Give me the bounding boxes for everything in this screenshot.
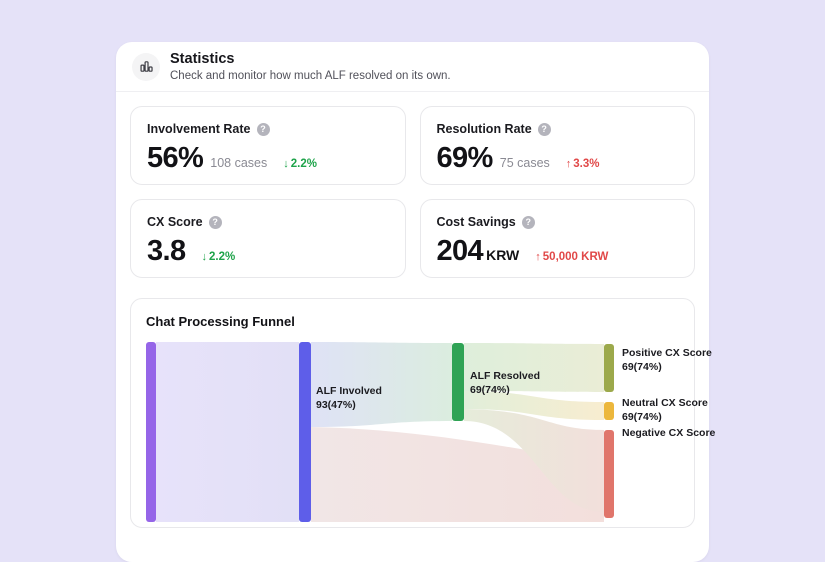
node-value: 93(47%) bbox=[316, 398, 382, 412]
node-label: Negative CX Score bbox=[622, 426, 715, 440]
label-alf-involved: ALF Involved 93(47%) bbox=[316, 384, 382, 412]
chat-processing-funnel-card: Chat Processing Funnel bbox=[130, 298, 695, 528]
stat-delta: ↓2.2% bbox=[283, 158, 317, 170]
stat-title: Cost Savings bbox=[437, 215, 516, 229]
arrow-up-icon: ↑ bbox=[566, 158, 572, 170]
node-alf-resolved[interactable] bbox=[452, 343, 464, 421]
stat-delta-value: 3.3% bbox=[573, 158, 599, 170]
node-label: ALF Resolved bbox=[470, 369, 540, 383]
stat-delta-value: 2.2% bbox=[291, 158, 317, 170]
question-mark-icon[interactable]: ? bbox=[522, 216, 535, 229]
node-label: Neutral CX Score bbox=[622, 396, 708, 410]
label-neutral-cx: Neutral CX Score 69(74%) bbox=[622, 396, 708, 424]
node-alf-involved[interactable] bbox=[299, 342, 311, 522]
label-alf-resolved: ALF Resolved 69(74%) bbox=[470, 369, 540, 397]
stat-delta-value: 2.2% bbox=[209, 251, 235, 263]
stat-delta: ↑3.3% bbox=[566, 158, 600, 170]
node-positive-cx[interactable] bbox=[604, 344, 614, 392]
node-negative-cx[interactable] bbox=[604, 430, 614, 518]
stat-title: Involvement Rate bbox=[147, 122, 251, 136]
node-value: 69(74%) bbox=[622, 360, 712, 374]
label-positive-cx: Positive CX Score 69(74%) bbox=[622, 346, 712, 374]
sankey-diagram: ALF Involved 93(47%) ALF Resolved 69(74%… bbox=[146, 342, 679, 522]
node-value: 69(74%) bbox=[622, 410, 708, 424]
stat-value: 69% bbox=[437, 143, 493, 173]
stat-card-involvement-rate: Involvement Rate ? 56% 108 cases ↓2.2% bbox=[130, 106, 406, 185]
panel-header: Statistics Check and monitor how much AL… bbox=[116, 42, 709, 92]
page-subtitle: Check and monitor how much ALF resolved … bbox=[170, 69, 451, 83]
stat-suffix: KRW bbox=[486, 247, 519, 263]
stat-delta: ↑50,000 KRW bbox=[535, 251, 608, 263]
stat-card-cost-savings: Cost Savings ? 204 KRW ↑50,000 KRW bbox=[420, 199, 696, 278]
question-mark-icon[interactable]: ? bbox=[257, 123, 270, 136]
stat-subtext: 75 cases bbox=[500, 156, 550, 170]
node-neutral-cx[interactable] bbox=[604, 402, 614, 420]
question-mark-icon[interactable]: ? bbox=[538, 123, 551, 136]
stat-delta-value: 50,000 KRW bbox=[543, 251, 609, 263]
arrow-down-icon: ↓ bbox=[202, 251, 208, 263]
stat-title: CX Score bbox=[147, 215, 203, 229]
stat-value: 204 bbox=[437, 236, 484, 266]
node-value: 69(74%) bbox=[470, 383, 540, 397]
panel-content: Involvement Rate ? 56% 108 cases ↓2.2% R… bbox=[116, 92, 709, 542]
stat-subtext: 108 cases bbox=[210, 156, 267, 170]
node-source[interactable] bbox=[146, 342, 156, 522]
arrow-down-icon: ↓ bbox=[283, 158, 289, 170]
stat-cards-grid: Involvement Rate ? 56% 108 cases ↓2.2% R… bbox=[130, 106, 695, 278]
stat-title: Resolution Rate bbox=[437, 122, 532, 136]
arrow-up-icon: ↑ bbox=[535, 251, 541, 263]
node-label: Positive CX Score bbox=[622, 346, 712, 360]
flow-source-to-involved bbox=[156, 342, 299, 522]
stat-value: 56% bbox=[147, 143, 203, 173]
funnel-title: Chat Processing Funnel bbox=[146, 314, 679, 329]
node-label: ALF Involved bbox=[316, 384, 382, 398]
stat-delta: ↓2.2% bbox=[202, 251, 236, 263]
label-negative-cx: Negative CX Score bbox=[622, 426, 715, 440]
statistics-panel: Statistics Check and monitor how much AL… bbox=[116, 42, 709, 562]
stat-card-cx-score: CX Score ? 3.8 ↓2.2% bbox=[130, 199, 406, 278]
page-title: Statistics bbox=[170, 51, 451, 68]
stat-value: 3.8 bbox=[147, 236, 186, 266]
stat-card-resolution-rate: Resolution Rate ? 69% 75 cases ↑3.3% bbox=[420, 106, 696, 185]
sankey-svg bbox=[146, 342, 683, 522]
question-mark-icon[interactable]: ? bbox=[209, 216, 222, 229]
bar-chart-icon bbox=[132, 53, 160, 81]
